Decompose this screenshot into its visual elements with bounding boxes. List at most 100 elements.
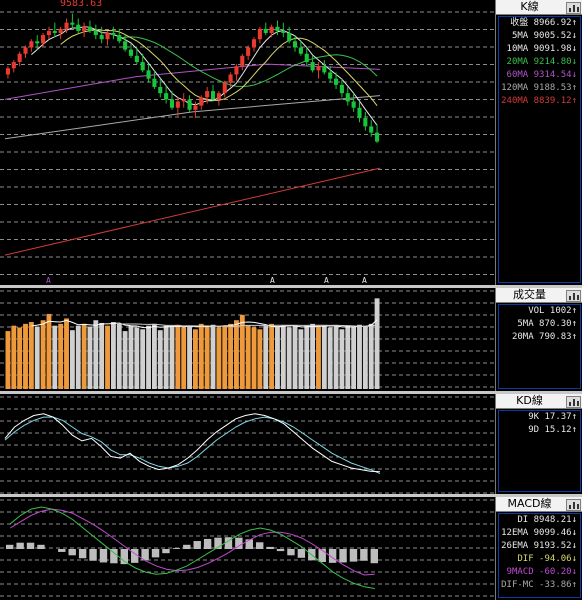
volume-bar — [17, 327, 23, 389]
macd-legend-header[interactable]: MACD線 — [496, 497, 582, 512]
candle-body — [251, 39, 257, 48]
bar-chart-icon[interactable] — [566, 499, 581, 511]
volume-bar — [75, 325, 81, 389]
macd-value-label: 12EMA — [501, 528, 529, 538]
kline-value-label: 240MA — [501, 96, 529, 106]
macd-chart[interactable] — [0, 497, 495, 600]
macd-value-number: -33.86 — [533, 580, 572, 590]
candle-body — [23, 47, 28, 54]
candle-body — [298, 47, 303, 54]
bar-chart-icon[interactable] — [566, 290, 581, 302]
volume-bar — [304, 325, 310, 389]
macd-value-row: 12EMA 9099.46↓ — [499, 527, 580, 540]
candle-body — [292, 41, 298, 48]
kd-value-number: 15.12 — [539, 425, 572, 435]
kline-chart[interactable]: A A A A 9583.63 — [0, 0, 495, 285]
candle-body — [222, 82, 227, 94]
macd-value-row: 26EMA 9193.52↓ — [499, 540, 580, 553]
volume-value-row: 20MA 790.83↑ — [499, 331, 580, 344]
candle-body — [369, 126, 374, 133]
candle-body — [29, 41, 34, 48]
volume-value-arrow: ↑ — [571, 332, 577, 342]
bar-chart-icon[interactable] — [566, 2, 581, 14]
volume-bar — [374, 298, 380, 389]
volume-bar — [58, 323, 64, 389]
volume-legend-header[interactable]: 成交量 — [496, 288, 582, 303]
volume-bar — [157, 330, 163, 389]
volume-bar — [251, 327, 257, 389]
volume-bar — [316, 326, 321, 389]
volume-bar — [193, 329, 198, 389]
candle-body — [210, 91, 216, 100]
macd-histogram-bar — [203, 538, 212, 549]
volume-value-number: 790.83 — [533, 332, 572, 342]
volume-value-label: 20MA — [511, 332, 534, 342]
kd-value-label: 9K — [528, 412, 540, 422]
kline-value-row: 收盤 8966.92↑ — [499, 17, 580, 30]
candle-body — [234, 66, 239, 75]
macd-histogram-bar — [339, 549, 347, 563]
bar-chart-icon[interactable] — [566, 396, 581, 408]
kd-chart[interactable] — [0, 394, 495, 494]
candle-body — [345, 93, 350, 102]
volume-value-row: 5MA 870.30↑ — [499, 318, 580, 331]
macd-value-row: 9MACD -60.20↓ — [499, 566, 580, 579]
macd-histogram-bar — [297, 549, 306, 558]
volume-bar — [257, 329, 263, 389]
candle-body — [111, 32, 116, 36]
candle-body — [257, 28, 262, 40]
macd-title: MACD線 — [507, 497, 552, 510]
kline-value-arrow: ↑ — [571, 18, 577, 28]
signal-marker: A — [270, 276, 275, 285]
candle-body — [70, 22, 75, 25]
candle-body — [357, 107, 362, 119]
candle-body — [310, 62, 315, 71]
candle-body — [199, 97, 204, 106]
macd-histogram-bar — [6, 544, 14, 549]
candle-body — [64, 22, 69, 29]
kd-legend-header[interactable]: KD線 — [496, 394, 582, 409]
kline-value-label: 收盤 — [510, 18, 529, 28]
macd-value-label: DIF-MC — [501, 580, 534, 590]
macd-histogram-bar — [120, 549, 128, 565]
volume-bar — [28, 322, 34, 389]
signal-marker: A — [324, 276, 329, 285]
volume-chart[interactable] — [0, 288, 495, 391]
volume-value-number: 870.30 — [533, 319, 572, 329]
kline-value-arrow: ↑ — [571, 83, 577, 93]
volume-bar — [351, 326, 357, 389]
kline-value-arrow: ↓ — [571, 70, 577, 80]
macd-signal-line — [9, 508, 375, 576]
volume-bar — [40, 320, 46, 389]
volume-bar — [116, 323, 122, 389]
volume-bar — [163, 325, 169, 389]
macd-value-row: DIF -94.06↓ — [499, 553, 580, 566]
candle-body — [181, 99, 186, 102]
candle-body — [152, 78, 157, 87]
volume-bar — [263, 325, 269, 389]
kline-legend-header[interactable]: K線 — [496, 0, 582, 15]
macd-value-number: 8948.21 — [528, 515, 572, 525]
candle-body — [105, 32, 110, 40]
volume-bar — [134, 327, 140, 389]
kline-legend-panel: K線 收盤 8966.92↑ 5MA 9005.52↓ 10MA 9091.98↓ 2… — [495, 0, 582, 285]
kline-value-label: 5MA — [511, 31, 529, 41]
volume-bar — [228, 323, 234, 389]
candle-body — [281, 30, 286, 33]
kline-value-label: 60MA — [506, 70, 529, 80]
macd-histogram-bar — [172, 548, 181, 549]
kline-title: K線 — [520, 0, 539, 13]
candle-body — [269, 26, 274, 33]
kline-value-number: 9188.53 — [528, 83, 572, 93]
kline-value-row: 5MA 9005.52↓ — [499, 30, 580, 43]
volume-title: 成交量 — [513, 288, 546, 301]
volume-value-label: 5MA — [517, 319, 534, 329]
macd-histogram-bar — [99, 549, 108, 563]
candle-body — [205, 91, 210, 98]
volume-bar — [64, 318, 69, 389]
kline-value-number: 9091.98 — [528, 44, 572, 54]
kline-value-number: 9314.54 — [528, 70, 572, 80]
candle-body — [328, 72, 333, 79]
kd-legend-panel: KD線 9K 17.37↑ 9D 15.12↑ — [495, 394, 582, 494]
candle-body — [82, 26, 87, 31]
